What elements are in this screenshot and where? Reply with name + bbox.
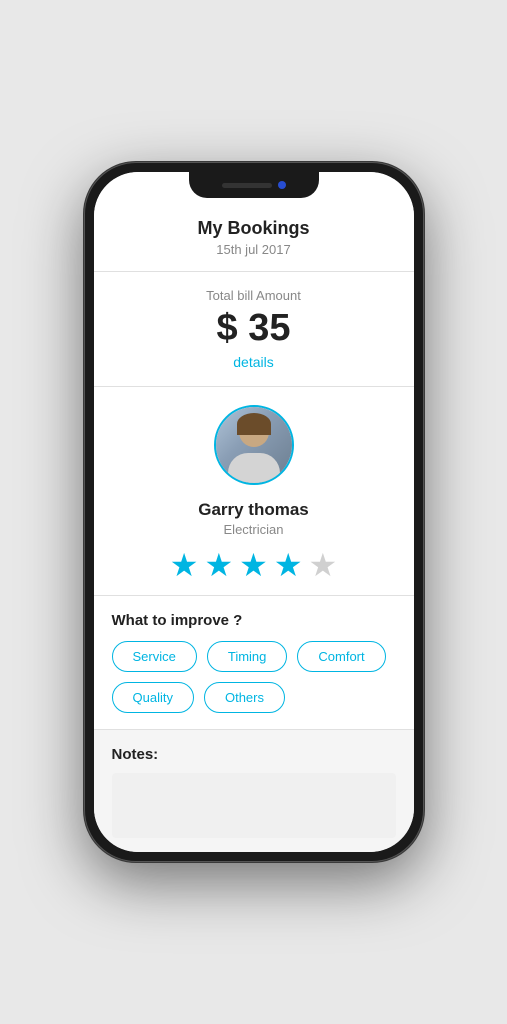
bill-amount: $ 35 xyxy=(114,307,394,350)
notes-area[interactable] xyxy=(112,773,396,838)
tag-timing[interactable]: Timing xyxy=(207,641,288,672)
camera xyxy=(278,181,286,189)
avatar-hair xyxy=(237,413,271,435)
notes-title: Notes: xyxy=(112,746,396,763)
notes-section: Notes: xyxy=(94,730,414,852)
improve-section: What to improve ? Service Timing Comfort… xyxy=(94,596,414,730)
notch xyxy=(189,172,319,198)
star-2[interactable]: ★ xyxy=(204,549,233,581)
screen-content: My Bookings 15th jul 2017 Total bill Amo… xyxy=(94,172,414,852)
tag-quality[interactable]: Quality xyxy=(112,682,194,713)
phone-screen: My Bookings 15th jul 2017 Total bill Amo… xyxy=(94,172,414,852)
improve-title: What to improve ? xyxy=(112,612,396,629)
bill-section: Total bill Amount $ 35 details xyxy=(94,272,414,387)
page-title: My Bookings xyxy=(114,218,394,239)
details-link[interactable]: details xyxy=(114,354,394,370)
provider-role: Electrician xyxy=(114,522,394,537)
header-section: My Bookings 15th jul 2017 xyxy=(94,202,414,272)
tag-service[interactable]: Service xyxy=(112,641,197,672)
phone-frame: My Bookings 15th jul 2017 Total bill Amo… xyxy=(84,162,424,862)
avatar xyxy=(214,405,294,485)
tags-container: Service Timing Comfort Quality Others xyxy=(112,641,396,713)
booking-date: 15th jul 2017 xyxy=(114,242,394,257)
bill-label: Total bill Amount xyxy=(114,288,394,303)
rating-stars: ★ ★ ★ ★ ★ xyxy=(114,549,394,581)
tag-others[interactable]: Others xyxy=(204,682,285,713)
avatar-image xyxy=(216,407,292,483)
tag-comfort[interactable]: Comfort xyxy=(297,641,385,672)
provider-name: Garry thomas xyxy=(114,500,394,520)
star-5[interactable]: ★ xyxy=(309,549,338,581)
star-3[interactable]: ★ xyxy=(239,549,268,581)
star-4[interactable]: ★ xyxy=(274,549,303,581)
provider-section: Garry thomas Electrician ★ ★ ★ ★ ★ xyxy=(94,387,414,596)
speaker xyxy=(222,183,272,188)
star-1[interactable]: ★ xyxy=(170,549,199,581)
